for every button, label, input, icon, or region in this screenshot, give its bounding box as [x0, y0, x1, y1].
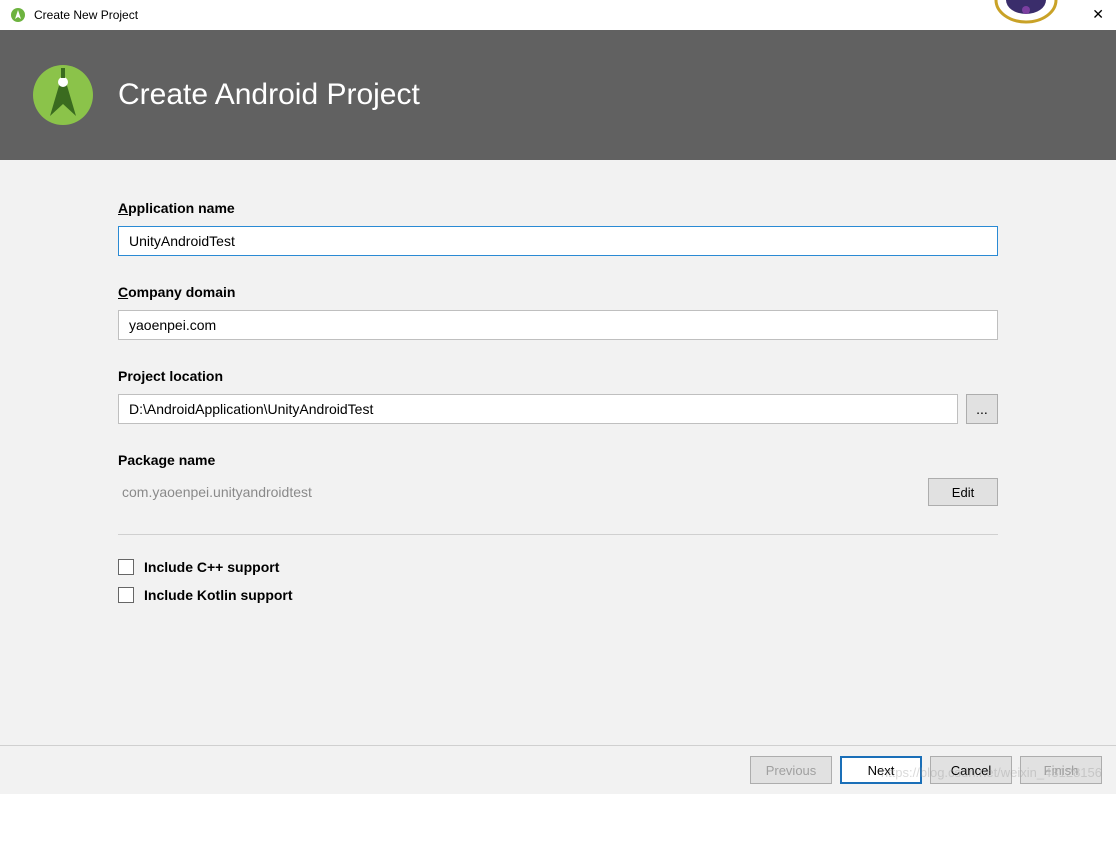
include-kotlin-label: Include Kotlin support [144, 587, 293, 603]
android-studio-icon [10, 7, 26, 23]
include-cpp-checkbox[interactable] [118, 559, 134, 575]
application-name-input[interactable] [118, 226, 998, 256]
include-cpp-row: Include C++ support [118, 559, 998, 575]
include-cpp-label: Include C++ support [144, 559, 279, 575]
close-icon[interactable]: ✕ [1092, 6, 1104, 23]
wizard-title: Create Android Project [118, 78, 420, 112]
titlebar: Create New Project ✕ [0, 0, 1116, 30]
company-domain-group: Company domain [118, 284, 998, 340]
application-name-group: Application name [118, 200, 998, 256]
project-location-input[interactable] [118, 394, 958, 424]
company-domain-label: Company domain [118, 284, 998, 300]
android-studio-logo-icon [28, 60, 98, 130]
wizard-footer: Previous Next Cancel Finish https://blog… [0, 745, 1116, 794]
include-kotlin-row: Include Kotlin support [118, 587, 998, 603]
include-kotlin-checkbox[interactable] [118, 587, 134, 603]
edit-package-button[interactable]: Edit [928, 478, 998, 506]
browse-location-button[interactable]: ... [966, 394, 998, 424]
finish-button[interactable]: Finish [1020, 756, 1102, 784]
application-name-label: Application name [118, 200, 998, 216]
next-button[interactable]: Next [840, 756, 922, 784]
previous-button[interactable]: Previous [750, 756, 832, 784]
cancel-button[interactable]: Cancel [930, 756, 1012, 784]
company-domain-input[interactable] [118, 310, 998, 340]
wizard-header: Create Android Project [0, 30, 1116, 160]
divider [118, 534, 998, 535]
package-name-value: com.yaoenpei.unityandroidtest [118, 484, 312, 500]
window-title: Create New Project [34, 8, 138, 22]
project-location-group: Project location ... [118, 368, 998, 424]
project-location-label: Project location [118, 368, 998, 384]
package-name-label: Package name [118, 452, 998, 468]
wizard-content: Application name Company domain Project … [0, 160, 1116, 794]
package-name-group: Package name com.yaoenpei.unityandroidte… [118, 452, 998, 506]
decorative-overlay [986, 0, 1076, 30]
